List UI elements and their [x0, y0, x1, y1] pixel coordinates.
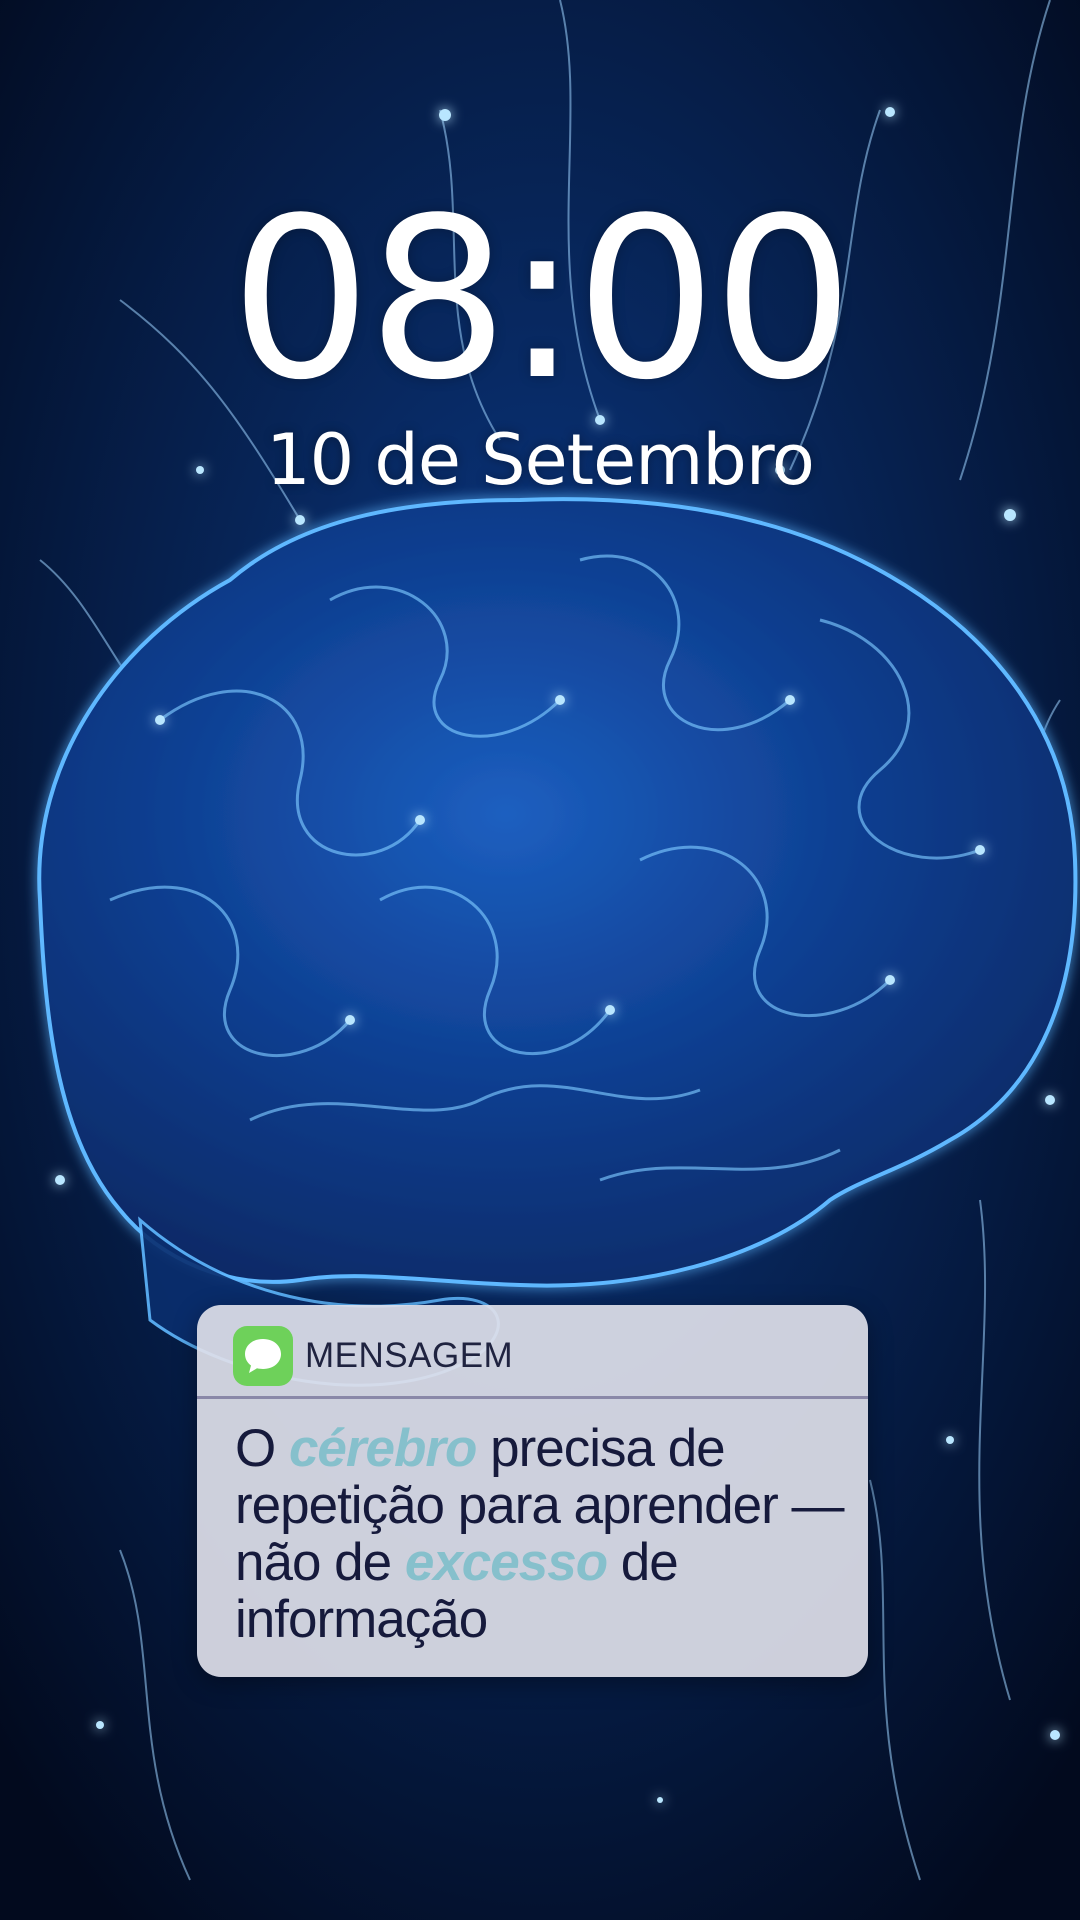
message-bubble-icon [233, 1326, 293, 1386]
message-highlight: excesso [404, 1533, 608, 1592]
lock-screen-date: 10 de Setembro [266, 419, 815, 501]
notification-header: MENSAGEM [197, 1305, 868, 1399]
lock-screen-time: 08:00 [230, 171, 854, 429]
notification-message: O cérebro precisa de repetição para apre… [235, 1420, 845, 1648]
message-text: O [235, 1419, 289, 1478]
app-name: MENSAGEM [305, 1336, 514, 1375]
message-notification-card[interactable]: MENSAGEM O cérebro precisa de repetição … [197, 1305, 868, 1677]
message-highlight: cérebro [288, 1419, 477, 1478]
